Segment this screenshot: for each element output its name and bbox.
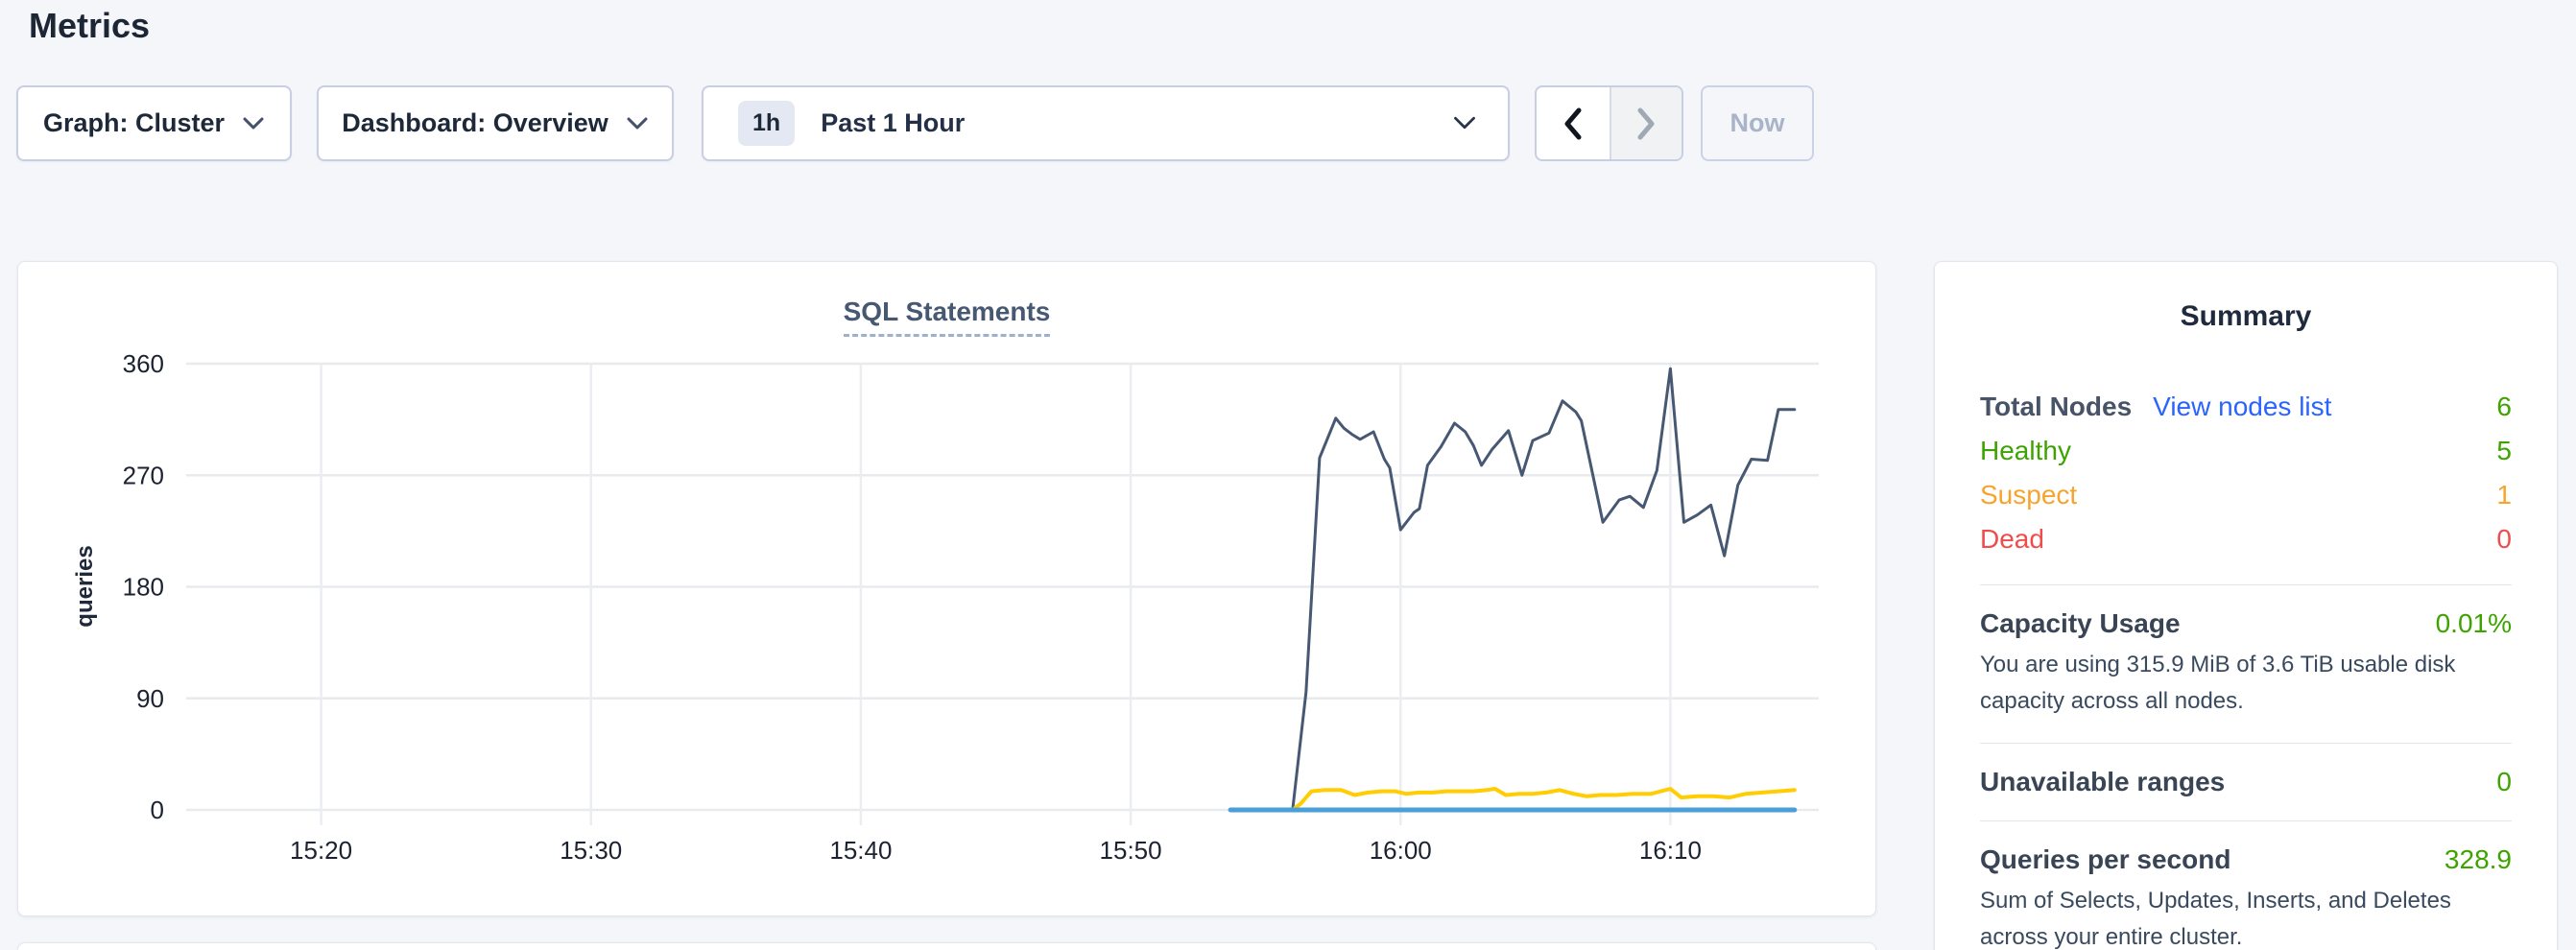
y-tick-label: 90 [136, 684, 164, 713]
divider [1980, 743, 2512, 744]
total-nodes-row: Total Nodes View nodes list 6 [1980, 385, 2512, 429]
dead-value: 0 [2496, 524, 2512, 555]
chevron-down-icon [1452, 115, 1477, 131]
divider [1980, 584, 2512, 585]
time-window-dropdown[interactable]: 1h Past 1 Hour [702, 85, 1510, 161]
queries-per-second-label: Queries per second [1980, 844, 2230, 875]
graph-selector-dropdown[interactable]: Graph: Cluster [16, 85, 292, 161]
time-pager [1535, 85, 1683, 161]
view-nodes-list-link[interactable]: View nodes list [2153, 392, 2331, 422]
next-chart-card-partial [17, 942, 1876, 950]
capacity-usage-row: Capacity Usage 0.01% [1980, 608, 2512, 639]
healthy-nodes-row: Healthy 5 [1980, 429, 2512, 473]
sql-statements-chart-card: SQL Statements queries 09018027036015:20… [17, 261, 1876, 916]
y-tick-label: 270 [123, 461, 164, 489]
y-tick-label: 180 [123, 573, 164, 602]
healthy-label: Healthy [1980, 436, 2071, 466]
suspect-label: Suspect [1980, 480, 2077, 511]
summary-title: Summary [1980, 262, 2512, 333]
queries-per-second-row: Queries per second 328.9 [1980, 844, 2512, 875]
y-tick-label: 0 [151, 796, 164, 824]
page-title: Metrics [29, 6, 150, 46]
y-tick-label: 360 [123, 349, 164, 378]
unavailable-ranges-row: Unavailable ranges 0 [1980, 767, 2512, 797]
capacity-usage-value: 0.01% [2436, 608, 2512, 639]
queries-per-second-description: Sum of Selects, Updates, Inserts, and De… [1980, 883, 2512, 950]
queries-per-second-value: 328.9 [2445, 844, 2512, 875]
suspect-value: 1 [2496, 480, 2512, 511]
time-window-badge: 1h [738, 101, 795, 146]
suspect-nodes-row: Suspect 1 [1980, 473, 2512, 517]
sql-statements-chart[interactable]: 0 90 180 270 360 15:20 15:30 15:40 15:50 16:00 16:… [18, 262, 1877, 917]
graph-selector-label: Graph: Cluster [43, 108, 225, 138]
dashboard-selector-dropdown[interactable]: Dashboard: Overview [317, 85, 674, 161]
previous-interval-button[interactable] [1537, 87, 1610, 159]
chevron-right-icon [1634, 107, 1658, 141]
chevron-down-icon [242, 116, 265, 131]
unavailable-ranges-value: 0 [2496, 767, 2512, 797]
x-tick-label: 16:10 [1639, 836, 1702, 865]
x-tick-label: 16:00 [1370, 836, 1432, 865]
chevron-left-icon [1562, 107, 1585, 141]
x-tick-label: 15:30 [560, 836, 622, 865]
total-nodes-label: Total Nodes [1980, 392, 2132, 422]
x-tick-label: 15:20 [290, 836, 352, 865]
chevron-down-icon [626, 116, 649, 131]
time-window-label: Past 1 Hour [821, 108, 965, 138]
unavailable-ranges-label: Unavailable ranges [1980, 767, 2225, 797]
next-interval-button[interactable] [1610, 87, 1682, 159]
healthy-value: 5 [2496, 436, 2512, 466]
capacity-usage-description: You are using 315.9 MiB of 3.6 TiB usabl… [1980, 647, 2512, 720]
dashboard-selector-label: Dashboard: Overview [342, 108, 608, 138]
x-tick-label: 15:40 [829, 836, 892, 865]
yellow-series-line [1230, 789, 1795, 810]
summary-panel: Summary Total Nodes View nodes list 6 He… [1934, 261, 2558, 950]
now-button[interactable]: Now [1701, 85, 1814, 161]
dead-label: Dead [1980, 524, 2044, 555]
dead-nodes-row: Dead 0 [1980, 517, 2512, 561]
divider [1980, 820, 2512, 821]
dark-blue-series-line [1230, 368, 1795, 810]
total-nodes-value: 6 [2496, 392, 2512, 422]
capacity-usage-label: Capacity Usage [1980, 608, 2181, 639]
node-status-rows: Total Nodes View nodes list 6 Healthy 5 … [1980, 385, 2512, 561]
x-tick-label: 15:50 [1100, 836, 1162, 865]
